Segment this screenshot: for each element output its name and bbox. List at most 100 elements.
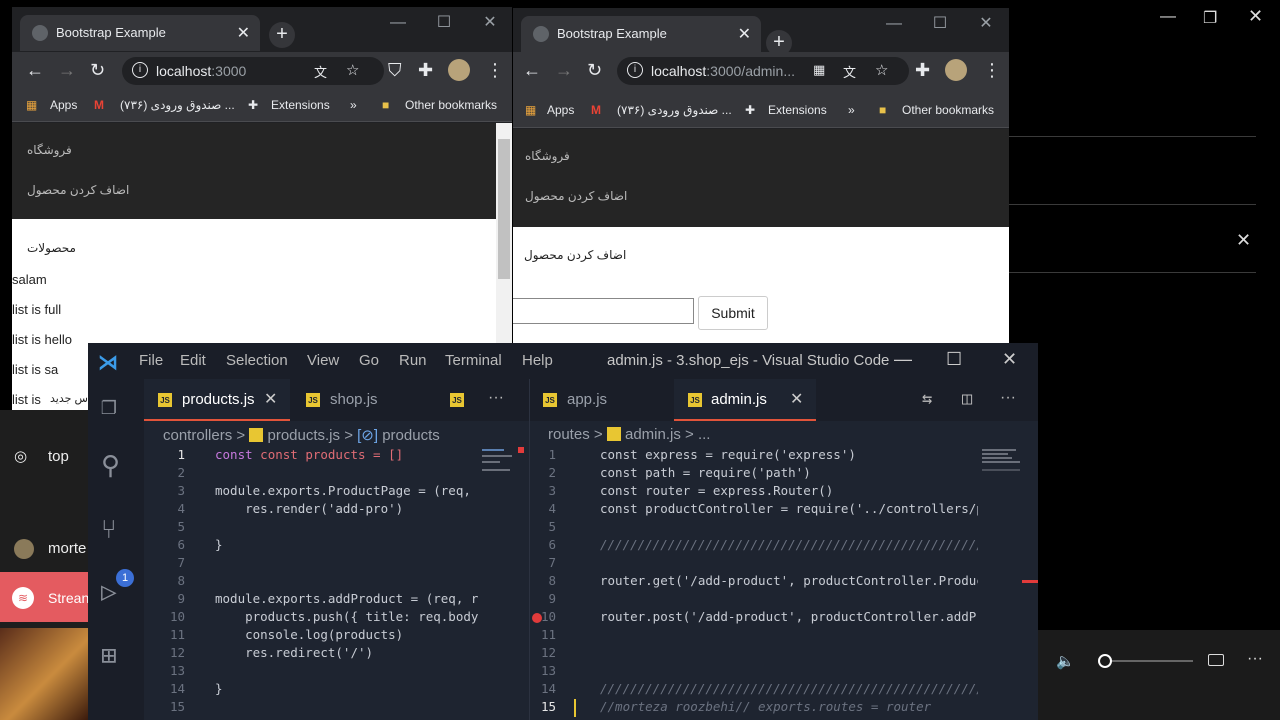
compare-changes-icon[interactable]: ⇆ <box>922 389 932 409</box>
breadcrumb-symbol[interactable]: products <box>382 427 440 444</box>
translate-icon[interactable]: 文 <box>314 62 327 81</box>
avatar[interactable] <box>945 59 967 81</box>
avatar[interactable] <box>448 59 470 81</box>
tab-app-js[interactable]: JS app.js <box>530 379 672 421</box>
menu-icon[interactable]: ⋮ <box>983 60 1001 81</box>
menu-icon[interactable]: ⋮ <box>486 60 504 81</box>
apps-grid-icon[interactable]: ▦ <box>813 62 825 78</box>
minimap[interactable] <box>482 447 524 487</box>
bookmark-apps[interactable]: Apps <box>50 98 77 112</box>
menu-terminal[interactable]: Terminal <box>445 352 502 369</box>
run-debug-icon[interactable]: ▷ <box>101 577 117 607</box>
nav-link-shop[interactable]: فروشگاه <box>27 143 72 157</box>
menu-file[interactable]: File <box>139 352 163 369</box>
puzzle-icon[interactable]: ✚ <box>418 60 433 81</box>
breadcrumb-symbol[interactable]: ... <box>698 426 711 443</box>
line-number: 5 <box>548 519 556 534</box>
star-icon[interactable]: ☆ <box>346 61 359 79</box>
menu-edit[interactable]: Edit <box>180 352 206 369</box>
menu-view[interactable]: View <box>307 352 339 369</box>
close-icon[interactable]: ✕ <box>237 23 250 43</box>
left-item-label[interactable]: top <box>48 448 69 465</box>
bookmark-apps[interactable]: Apps <box>547 103 574 117</box>
volume-slider[interactable] <box>1105 660 1193 662</box>
left-item-label[interactable]: morte <box>48 540 86 557</box>
split-editor-icon[interactable]: ◫ <box>962 389 972 409</box>
divider <box>1009 204 1256 205</box>
breadcrumb-folder[interactable]: routes <box>548 426 590 443</box>
reload-icon[interactable]: ↻ <box>587 60 602 81</box>
browser-tab[interactable]: Bootstrap Example ✕ <box>20 15 260 51</box>
forward-icon[interactable]: → <box>58 60 76 81</box>
bookmark-gmail[interactable]: (۷۳۶) صندوق ورودی ... <box>120 98 235 112</box>
submit-button[interactable]: Submit <box>698 296 768 330</box>
shield-icon[interactable]: ⛉ <box>388 60 402 81</box>
forward-icon[interactable]: → <box>555 60 573 81</box>
line-number: 1 <box>548 447 556 462</box>
bookmarks-overflow[interactable]: » <box>350 98 357 112</box>
nav-link-add-product[interactable]: اضاف کردن محصول <box>27 183 129 197</box>
source-control-icon[interactable]: ⑂ <box>101 515 117 545</box>
nav-link-shop[interactable]: فروشگاه <box>525 149 570 163</box>
minimize-icon[interactable]: — <box>894 349 912 370</box>
bookmark-gmail[interactable]: (۷۳۶) صندوق ورودی ... <box>617 103 732 117</box>
menu-selection[interactable]: Selection <box>226 352 288 369</box>
volume-icon[interactable]: 🔈 <box>1056 652 1075 670</box>
minimize-icon[interactable]: — <box>375 7 421 39</box>
screen-icon[interactable] <box>1208 654 1224 666</box>
close-icon[interactable]: ✕ <box>738 24 751 44</box>
bookmark-extensions[interactable]: Extensions <box>271 98 330 112</box>
translate-icon[interactable]: 文 <box>843 62 856 81</box>
more-actions-icon[interactable]: ··· <box>1000 389 1016 407</box>
volume-slider-handle[interactable] <box>1098 654 1112 668</box>
tab-admin-js[interactable]: JS admin.js ✕ <box>674 379 816 421</box>
code-editor-left[interactable]: 1 const const products = [] 2 3 module.exp… <box>144 447 529 720</box>
close-icon[interactable]: ✕ <box>1248 6 1263 27</box>
breadcrumb-file[interactable]: admin.js <box>625 426 681 443</box>
back-icon[interactable]: ← <box>26 60 44 81</box>
star-icon[interactable]: ☆ <box>875 61 888 79</box>
menu-run[interactable]: Run <box>399 352 427 369</box>
restore-icon[interactable]: ❐ <box>1203 8 1217 28</box>
extensions-icon[interactable]: ⊞ <box>101 641 117 671</box>
tab-products-js[interactable]: JS products.js ✕ <box>144 379 290 421</box>
tab-shop-js[interactable]: JS shop.js <box>290 379 430 421</box>
bookmark-other[interactable]: Other bookmarks <box>405 98 497 112</box>
bookmarks-overflow[interactable]: » <box>848 103 855 117</box>
search-icon[interactable]: ⚲ <box>101 451 120 481</box>
reload-icon[interactable]: ↻ <box>90 60 105 81</box>
close-icon[interactable]: ✕ <box>963 8 1009 40</box>
product-input[interactable] <box>513 298 694 324</box>
back-icon[interactable]: ← <box>523 60 541 81</box>
breadcrumb-file[interactable]: products.js <box>267 427 340 444</box>
maximize-icon[interactable]: ☐ <box>421 7 467 39</box>
close-icon[interactable]: ✕ <box>790 389 803 409</box>
minimize-icon[interactable]: — <box>1160 8 1176 26</box>
address-bar[interactable]: i localhost:3000/admin... ▦ 文 ☆ <box>617 57 909 85</box>
close-icon[interactable]: ✕ <box>264 389 277 409</box>
scrollbar-thumb[interactable] <box>498 139 510 279</box>
nav-link-add-product[interactable]: اضاف کردن محصول <box>525 189 627 203</box>
close-icon[interactable]: ✕ <box>1002 349 1017 370</box>
code-line: router.get('/add-product', productContro… <box>600 573 978 588</box>
minimize-icon[interactable]: — <box>871 8 917 40</box>
explorer-icon[interactable]: ❐ <box>101 391 117 421</box>
menu-help[interactable]: Help <box>522 352 553 369</box>
more-actions-icon[interactable]: ··· <box>488 389 504 407</box>
close-icon[interactable]: ✕ <box>467 7 513 39</box>
new-tab-button[interactable]: + <box>269 22 295 48</box>
close-icon[interactable]: ✕ <box>1236 230 1251 251</box>
js-file-icon[interactable]: JS <box>450 393 464 407</box>
more-icon[interactable]: ··· <box>1247 650 1263 668</box>
minimap[interactable] <box>982 447 1022 487</box>
browser-tab[interactable]: Bootstrap Example ✕ <box>521 16 761 52</box>
maximize-icon[interactable]: ☐ <box>917 8 963 40</box>
puzzle-icon[interactable]: ✚ <box>915 60 930 81</box>
code-editor-right[interactable]: 1 const express = require('express') 2 con… <box>530 447 1038 720</box>
breadcrumb-folder[interactable]: controllers <box>163 427 232 444</box>
address-bar[interactable]: i localhost:3000 文 ☆ <box>122 57 384 85</box>
menu-go[interactable]: Go <box>359 352 379 369</box>
bookmark-extensions[interactable]: Extensions <box>768 103 827 117</box>
maximize-icon[interactable]: ☐ <box>946 349 962 370</box>
bookmark-other[interactable]: Other bookmarks <box>902 103 994 117</box>
